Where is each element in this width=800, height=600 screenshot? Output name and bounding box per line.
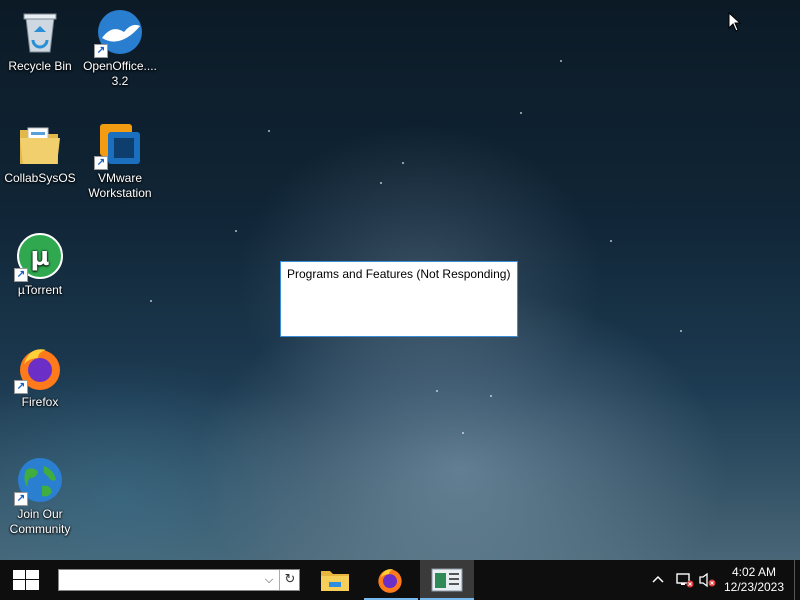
- svg-text:µ: µ: [30, 242, 49, 272]
- show-hidden-icons-button[interactable]: [650, 560, 664, 600]
- desktop-icon-vmware[interactable]: ↗ VMware Workstation: [80, 120, 160, 201]
- volume-muted-icon: [699, 572, 716, 588]
- desktop-icon-label: Recycle Bin: [8, 59, 72, 73]
- address-toolbar: ⌵ ↻: [58, 569, 300, 591]
- volume-button[interactable]: [698, 560, 718, 600]
- desktop-icon-label: Firefox: [21, 395, 59, 409]
- desktop-icon-recycle-bin[interactable]: Recycle Bin: [0, 8, 80, 74]
- mouse-cursor-icon: [728, 11, 742, 36]
- desktop-icon-label: CollabSysOS: [4, 171, 76, 185]
- desktop-icon-openoffice[interactable]: ↗ OpenOffice.... 3.2: [80, 8, 160, 89]
- recycle-bin-icon: [16, 8, 64, 56]
- chevron-up-icon: [652, 575, 664, 583]
- file-explorer-icon: [321, 571, 349, 591]
- windows-logo-icon: [13, 570, 39, 590]
- shortcut-arrow-icon: ↗: [94, 44, 108, 58]
- globe-icon: ↗: [14, 456, 64, 506]
- openoffice-icon: ↗: [94, 8, 144, 58]
- programs-features-icon: [431, 568, 463, 592]
- taskbar-app-file-explorer[interactable]: [308, 560, 362, 600]
- taskbar-app-firefox[interactable]: [364, 560, 418, 600]
- show-desktop-button[interactable]: [794, 560, 800, 600]
- desktop-icon-label: Join Our Community: [9, 507, 71, 536]
- desktop-icon-utorrent[interactable]: µ ↗ µTorrent: [0, 232, 80, 298]
- taskbar: ⌵ ↻ 4:02 AM 12/23/2023: [0, 560, 800, 600]
- clock[interactable]: 4:02 AM 12/23/2023: [718, 565, 790, 595]
- shortcut-arrow-icon: ↗: [14, 268, 28, 282]
- firefox-icon: ↗: [14, 344, 64, 394]
- clock-time: 4:02 AM: [731, 565, 777, 579]
- start-button[interactable]: [0, 560, 52, 600]
- clock-date: 12/23/2023: [723, 580, 785, 594]
- vmware-icon: ↗: [94, 120, 144, 170]
- desktop-icon-label: OpenOffice.... 3.2: [83, 59, 157, 88]
- shortcut-arrow-icon: ↗: [94, 156, 108, 170]
- folder-icon: [16, 120, 64, 168]
- desktop-icon-collabsysos[interactable]: CollabSysOS: [0, 120, 80, 186]
- desktop-icon-firefox[interactable]: ↗ Firefox: [0, 344, 80, 410]
- network-button[interactable]: [674, 560, 696, 600]
- address-input[interactable]: [61, 571, 261, 589]
- utorrent-icon: µ ↗: [14, 232, 64, 282]
- refresh-icon[interactable]: ↻: [279, 570, 300, 590]
- desktop-icon-join-community[interactable]: ↗ Join Our Community: [0, 456, 80, 537]
- chevron-down-icon[interactable]: ⌵: [259, 570, 279, 590]
- programs-features-window[interactable]: Programs and Features (Not Responding): [280, 261, 518, 337]
- desktop-icon-label: VMware Workstation: [88, 171, 152, 200]
- desktop-icon-label: µTorrent: [17, 283, 63, 297]
- shortcut-arrow-icon: ↗: [14, 492, 28, 506]
- window-title: Programs and Features (Not Responding): [287, 267, 511, 281]
- firefox-icon: [378, 569, 402, 593]
- taskbar-app-programs-features[interactable]: [420, 560, 474, 600]
- shortcut-arrow-icon: ↗: [14, 380, 28, 394]
- network-icon: [676, 573, 694, 588]
